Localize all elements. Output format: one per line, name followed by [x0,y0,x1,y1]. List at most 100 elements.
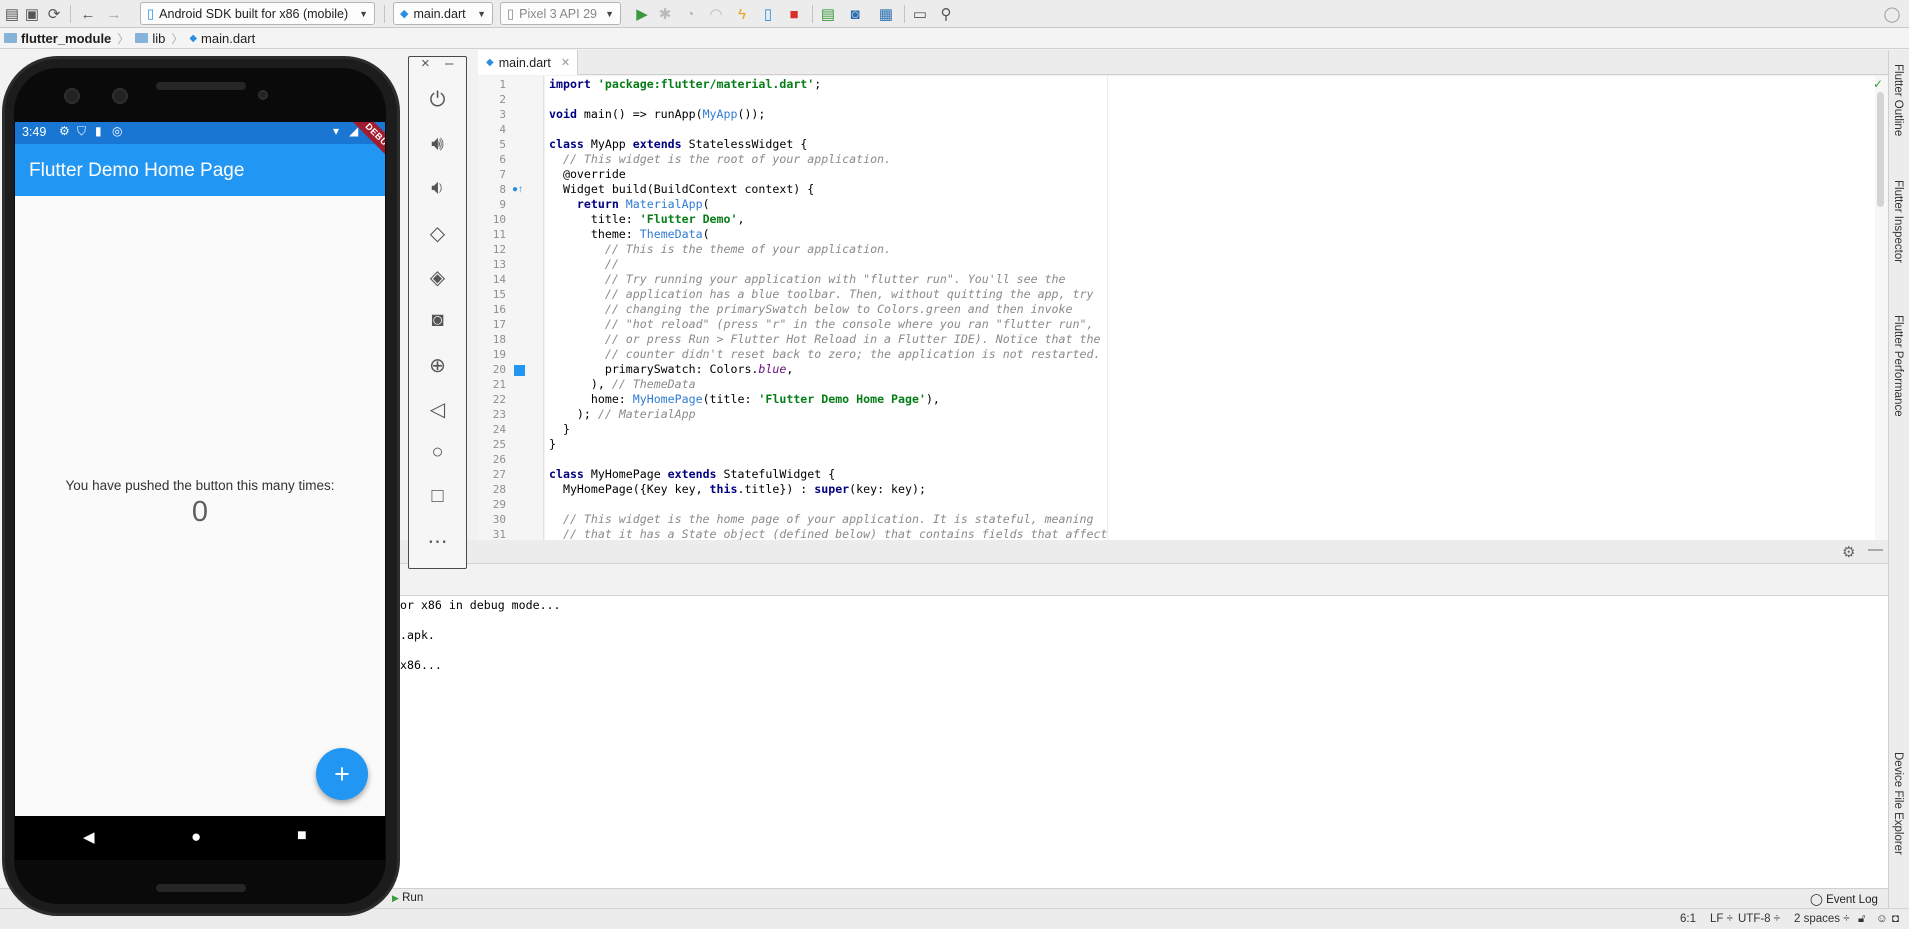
code-line[interactable]: // This widget is the root of your appli… [549,152,891,167]
lock-icon[interactable]: 🔓︎ [1858,913,1865,926]
avd-manager-icon[interactable]: ▤ [818,3,838,25]
code-token: (title: [702,392,759,406]
rotate-right-icon[interactable]: ◈ [409,265,466,290]
caret-position[interactable]: 6:1 [1680,913,1696,925]
hot-reload-icon[interactable]: ϟ [732,3,752,25]
sync-icon[interactable]: ⟳ [44,3,64,25]
code-line[interactable]: import 'package:flutter/material.dart'; [549,77,821,92]
nav-back-icon[interactable]: ◀ [83,828,95,846]
apply-changes-icon[interactable]: ▯ [758,3,778,25]
nav-recents-icon[interactable]: ■ [297,827,307,845]
power-icon[interactable]: ⏻ [409,89,466,112]
code-line[interactable]: // "hot reload" (press "r" in the consol… [549,317,1094,332]
code-line[interactable]: // counter didn't reset back to zero; th… [549,347,1101,362]
code-line[interactable]: // This widget is the home page of your … [549,512,1094,527]
profile-icon[interactable]: ◔ [680,3,700,25]
code-line[interactable]: ), // ThemeData [549,377,696,392]
search-icon[interactable]: ⚲ [936,3,956,25]
back-icon[interactable]: ← [78,3,98,25]
increment-fab[interactable]: + [316,748,368,800]
code-line[interactable]: MyHomePage({Key key, this.title}) : supe… [549,482,926,497]
save-icon[interactable]: ▣ [22,3,42,25]
breadcrumb-folder[interactable]: lib [131,31,169,46]
code-line[interactable]: void main() => runApp(MyApp()); [549,107,765,122]
code-line[interactable]: title: 'Flutter Demo', [549,212,745,227]
device-selector[interactable]: ▯ Android SDK built for x86 (mobile) ▼ [140,2,375,25]
code-line[interactable]: ); // MaterialApp [549,407,696,422]
open-icon[interactable]: ▤ [2,3,22,25]
editor-scrollbar-thumb[interactable] [1877,92,1884,207]
file-encoding[interactable]: UTF-8 ÷ [1738,913,1780,925]
more-icon[interactable]: ⋯ [409,529,466,554]
debug-icon[interactable]: ✱ [655,3,675,25]
forward-icon[interactable]: → [104,3,124,25]
code-line[interactable]: class MyApp extends StatelessWidget { [549,137,807,152]
editor-tab-bar: ◆ main.dart ✕ [478,50,1888,75]
user-icon[interactable]: ◯ [1882,3,1902,25]
camera-icon[interactable]: ◙ [409,309,466,332]
counter-message: You have pushed the button this many tim… [65,478,335,493]
line-separator[interactable]: LF ÷ [1710,913,1733,925]
close-icon[interactable]: ✕ [561,56,570,69]
code-line[interactable]: class MyHomePage extends StatefulWidget … [549,467,835,482]
minimize-icon[interactable]: — [1868,541,1883,558]
line-number: 16 [492,303,506,316]
stop-icon[interactable]: ■ [784,3,804,25]
terminal-icon[interactable]: ▭ [910,3,930,25]
project-structure-icon[interactable]: ▦ [876,3,896,25]
run-icon[interactable]: ▶ [632,3,652,25]
code-line[interactable]: return MaterialApp( [549,197,710,212]
color-swatch-icon[interactable] [514,365,525,376]
code-line[interactable]: // or press Run > Flutter Hot Reload in … [549,332,1101,347]
code-line[interactable]: // changing the primarySwatch below to C… [549,302,1073,317]
code-line[interactable]: // application has a blue toolbar. Then,… [549,287,1094,302]
avd-selector[interactable]: ▯ Pixel 3 API 29 ▼ [500,2,621,25]
tab-main-dart[interactable]: ◆ main.dart ✕ [478,50,578,75]
code-line[interactable]: Widget build(BuildContext context) { [549,182,814,197]
back-icon[interactable]: ◁ [409,397,466,422]
code-editor[interactable]: import 'package:flutter/material.dart'; v… [545,76,1875,540]
code-line[interactable]: primarySwatch: Colors.blue, [549,362,793,377]
code-token: ; [814,77,822,91]
nav-home-icon[interactable]: ● [191,827,201,847]
override-marker-icon[interactable]: ●↑ [512,184,523,195]
close-icon[interactable]: × [421,55,430,72]
code-token: title: [549,212,640,226]
inspector-icon[interactable]: ☺︎ [1876,913,1888,925]
flutter-inspector-tab[interactable]: Flutter Inspector [1892,180,1904,263]
breadcrumb-file[interactable]: ◆ main.dart [185,31,259,46]
home-icon[interactable]: ○ [409,441,466,464]
code-line[interactable]: @override [549,167,626,182]
minimize-icon[interactable]: – [445,55,453,72]
code-line[interactable]: // [549,257,619,272]
overview-icon[interactable]: □ [409,485,466,508]
sdk-manager-icon[interactable]: ◙ [845,3,865,25]
attach-icon[interactable]: ◠ [706,3,726,25]
emulator-screen[interactable]: 3:49 ⚙ ⛉ ▮ ◎ ▾ ◢ ▮ Flutter Demo Home Pag… [15,122,385,816]
event-log-tab[interactable]: ◯ Event Log [1810,892,1878,906]
volume-down-icon[interactable]: 🔉︎ [409,177,466,200]
code-line[interactable]: // This is the theme of your application… [549,242,891,257]
volume-up-icon[interactable]: 🔊︎ [409,133,466,156]
code-line[interactable]: } [549,422,570,437]
run-tab[interactable]: ▶ Run [392,892,423,904]
indent-setting[interactable]: 2 spaces ÷ [1794,913,1850,925]
device-file-explorer-tab[interactable]: Device File Explorer [1892,752,1904,855]
code-line[interactable]: // that it has a State object (defined b… [549,527,1107,540]
zoom-icon[interactable]: ⊕ [409,353,466,378]
run-console[interactable]: or x86 in debug mode... .apk. x86... [394,596,1888,888]
code-token: this [709,482,738,496]
line-number: 15 [492,288,506,301]
code-line[interactable]: } [549,437,556,452]
code-line[interactable]: home: MyHomePage(title: 'Flutter Demo Ho… [549,392,940,407]
flutter-outline-tab[interactable]: Flutter Outline [1892,64,1904,136]
notifications-icon[interactable]: ◘ [1892,913,1899,925]
breadcrumb-project[interactable]: flutter_module [0,31,115,46]
flutter-performance-tab[interactable]: Flutter Performance [1892,315,1904,417]
code-line[interactable]: // Try running your application with "fl… [549,272,1066,287]
gear-icon[interactable]: ⚙ [1842,543,1855,561]
inspection-ok-icon[interactable]: ✓ [1873,77,1883,91]
code-line[interactable]: theme: ThemeData( [549,227,710,242]
run-config-selector[interactable]: ◆ main.dart ▼ [393,2,493,25]
rotate-left-icon[interactable]: ◇ [409,221,466,246]
